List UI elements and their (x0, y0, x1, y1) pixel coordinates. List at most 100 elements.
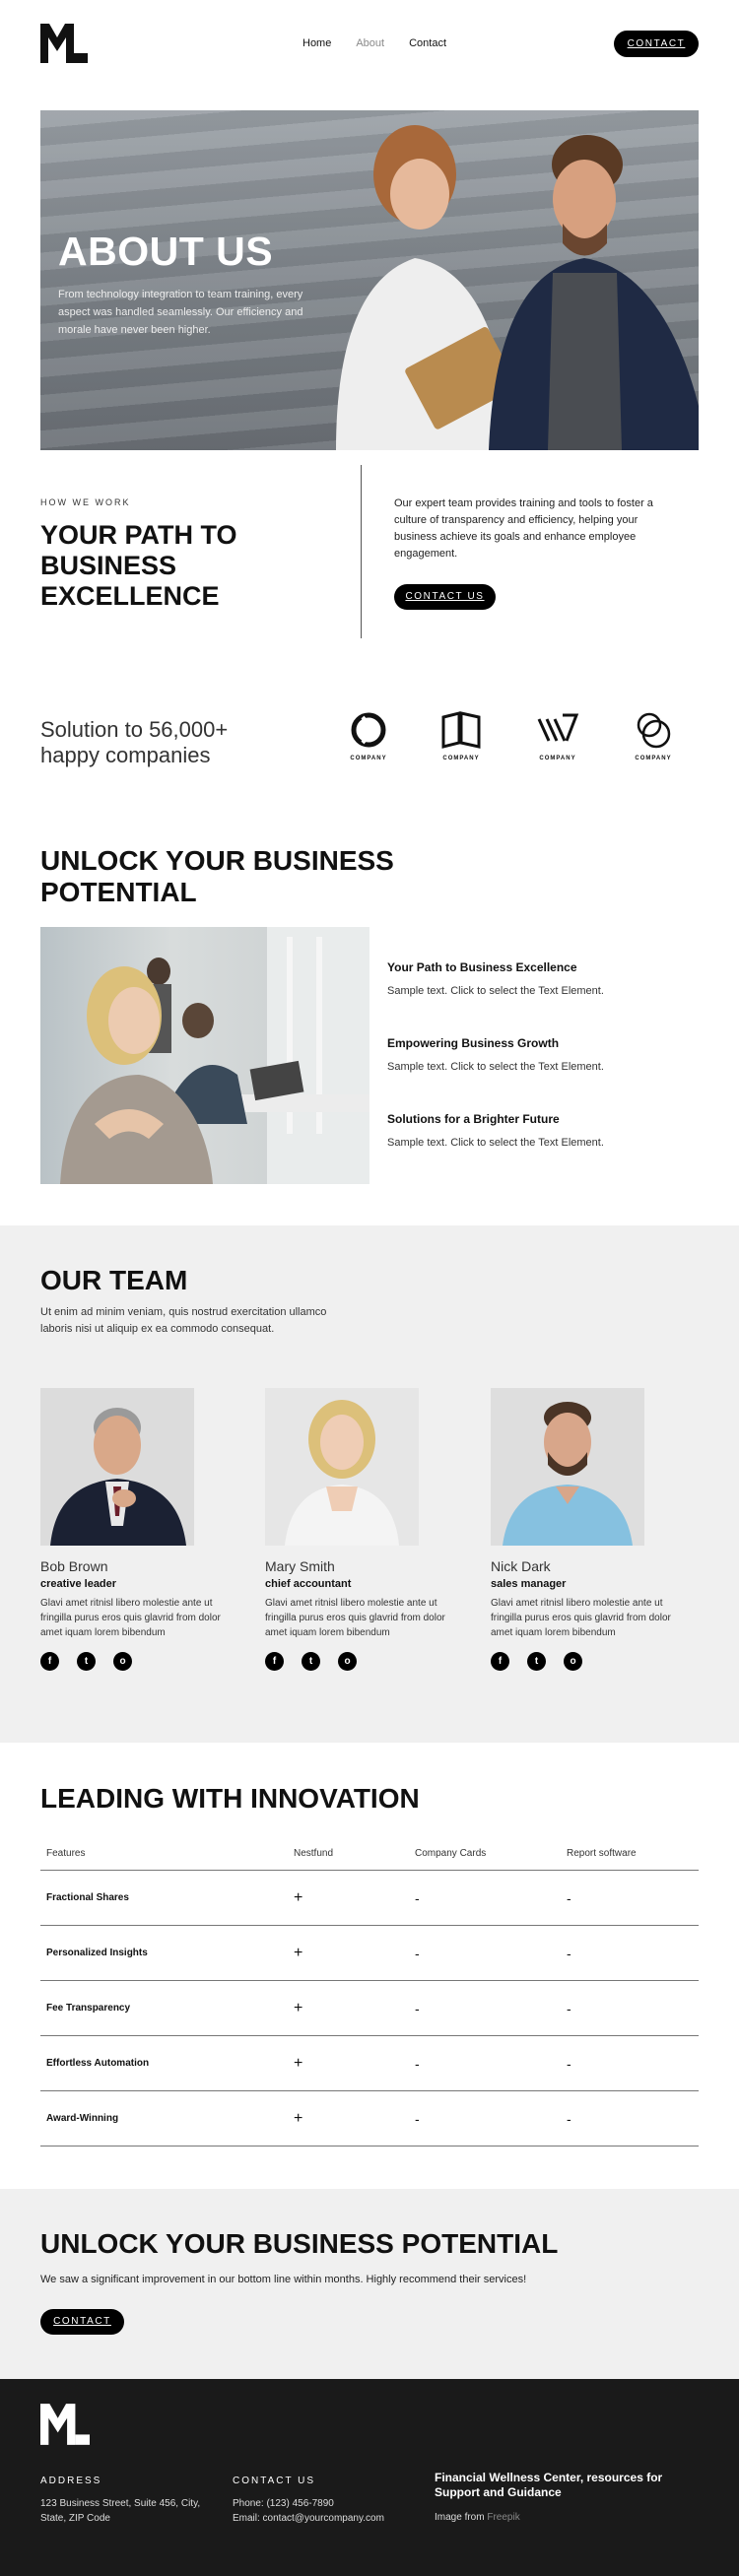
how-contact-button[interactable]: CONTACT US (394, 584, 496, 610)
twitter-icon[interactable]: t (527, 1652, 546, 1671)
how-label: HOW WE WORK (40, 497, 131, 507)
team-member-card: Bob Brown creative leader Glavi amet rit… (40, 1388, 247, 1671)
feature-text: Sample text. Click to select the Text El… (387, 1061, 604, 1073)
instagram-icon[interactable]: o (338, 1652, 357, 1671)
member-bio: Glavi amet ritnisl libero molestie ante … (491, 1598, 671, 1638)
member-photo (265, 1388, 419, 1546)
page: Home About Contact CONTACT ABOUT US From… (0, 0, 739, 2576)
facebook-icon[interactable]: f (40, 1652, 59, 1671)
table-cell: - (567, 1945, 571, 1961)
twitter-icon[interactable]: t (77, 1652, 96, 1671)
table-cell: - (415, 2110, 420, 2127)
office-image (40, 927, 370, 1184)
table-cell: Fee Transparency (46, 2003, 131, 2014)
member-socials: f t o (40, 1652, 247, 1671)
hero-people-illustration (336, 125, 699, 450)
feature-item: Solutions for a Brighter Future Sample t… (387, 1112, 703, 1149)
feature-item: Your Path to Business Excellence Sample … (387, 960, 703, 997)
team-member-card: Mary Smith chief accountant Glavi amet r… (265, 1388, 472, 1671)
member-socials: f t o (265, 1652, 472, 1671)
footer-phone: Phone: (123) 456-7890 (233, 2498, 334, 2509)
member-socials: f t o (491, 1652, 698, 1671)
team-section: OUR TEAM Ut enim ad minim veniam, quis n… (0, 1225, 739, 1743)
footer-address-text: 123 Business Street, Suite 456, City, St… (40, 2498, 201, 2524)
team-title: OUR TEAM (40, 1265, 188, 1295)
table-header: Features Nestfund Company Cards Report s… (40, 1837, 699, 1871)
company-logo-1: COMPANY (339, 711, 398, 770)
company-logo-label: COMPANY (539, 756, 576, 761)
table-cell: - (567, 1889, 571, 1906)
team-subtitle: Ut enim ad minim veniam, quis nostrud ex… (40, 1306, 327, 1335)
company-logo-4: COMPANY (624, 711, 683, 770)
table-cell: + (294, 1888, 303, 1906)
freepik-link[interactable]: Freepik (487, 2512, 519, 2523)
feature-item: Empowering Business Growth Sample text. … (387, 1036, 703, 1073)
table-row: Personalized Insights + - - (40, 1926, 699, 1981)
cta-section: UNLOCK YOUR BUSINESS POTENTIAL We saw a … (0, 2189, 739, 2379)
facebook-icon[interactable]: f (265, 1652, 284, 1671)
unlock-title: UNLOCK YOUR BUSINESS POTENTIAL (40, 845, 394, 907)
header-contact-button[interactable]: CONTACT (614, 31, 699, 57)
footer-about: Financial Wellness Center, resources for… (435, 2471, 681, 2523)
companies-text: Solution to 56,000+ happy companies (40, 717, 229, 767)
how-text: Our expert team provides training and to… (394, 497, 653, 560)
member-role: chief accountant (265, 1578, 352, 1590)
site-header: Home About Contact CONTACT (0, 0, 739, 89)
table-cell: + (294, 1944, 303, 1961)
table-cell: - (567, 2055, 571, 2072)
main-nav: Home About Contact (302, 37, 446, 49)
hero-image: ABOUT US From technology integration to … (40, 110, 699, 450)
footer-contact-heading: CONTACT US (233, 2476, 316, 2486)
table-cell: - (567, 2110, 571, 2127)
company-logo-3: COMPANY (528, 711, 587, 770)
feature-title: Empowering Business Growth (387, 1036, 560, 1050)
cta-text: We saw a significant improvement in our … (40, 2274, 527, 2285)
nav-contact[interactable]: Contact (409, 37, 446, 49)
comparison-table: Features Nestfund Company Cards Report s… (40, 1837, 699, 2147)
table-cell: Effortless Automation (46, 2058, 150, 2069)
footer-address-heading: ADDRESS (40, 2476, 102, 2486)
column-header: Nestfund (294, 1848, 334, 1859)
innovation-title: LEADING WITH INNOVATION (40, 1783, 420, 1814)
footer-credit-prefix: Image from (435, 2512, 485, 2523)
table-cell: - (415, 2000, 420, 2016)
company-logo-2: COMPANY (432, 711, 491, 770)
member-photo (491, 1388, 644, 1546)
footer-logo[interactable] (40, 2403, 90, 2446)
cta-contact-button[interactable]: CONTACT (40, 2309, 124, 2335)
table-row: Fee Transparency + - - (40, 1981, 699, 2036)
how-title: YOUR PATH TO BUSINESS EXCELLENCE (40, 520, 237, 611)
table-row: Award-Winning + - - (40, 2091, 699, 2147)
office-illustration (60, 927, 370, 1184)
footer-address: ADDRESS 123 Business Street, Suite 456, … (40, 2476, 228, 2526)
site-footer: ADDRESS 123 Business Street, Suite 456, … (0, 2379, 739, 2576)
brand-logo[interactable] (40, 24, 88, 63)
section-divider (361, 465, 362, 638)
cta-title: UNLOCK YOUR BUSINESS POTENTIAL (40, 2228, 559, 2259)
table-cell: + (294, 2054, 303, 2072)
instagram-icon[interactable]: o (564, 1652, 582, 1671)
table-cell: + (294, 2109, 303, 2127)
nav-home[interactable]: Home (302, 37, 331, 49)
footer-contact-text: Phone: (123) 456-7890 Email: contact@you… (233, 2496, 420, 2526)
table-cell: - (415, 1889, 420, 1906)
feature-title: Solutions for a Brighter Future (387, 1112, 560, 1126)
column-header: Features (46, 1848, 86, 1859)
feature-text: Sample text. Click to select the Text El… (387, 1137, 604, 1149)
nav-about[interactable]: About (356, 37, 384, 49)
member-role: creative leader (40, 1578, 117, 1590)
column-header: Report software (567, 1848, 637, 1859)
table-cell: - (415, 1945, 420, 1961)
instagram-icon[interactable]: o (113, 1652, 132, 1671)
member-name: Mary Smith (265, 1558, 335, 1574)
twitter-icon[interactable]: t (302, 1652, 320, 1671)
hero-text: From technology integration to team trai… (58, 289, 303, 336)
member-role: sales manager (491, 1578, 567, 1590)
table-cell: - (415, 2055, 420, 2072)
facebook-icon[interactable]: f (491, 1652, 509, 1671)
footer-tagline: Financial Wellness Center, resources for… (435, 2471, 663, 2499)
company-logo-label: COMPANY (635, 756, 672, 761)
footer-email[interactable]: Email: contact@yourcompany.com (233, 2511, 420, 2526)
feature-title: Your Path to Business Excellence (387, 960, 577, 974)
table-row: Fractional Shares + - - (40, 1871, 699, 1926)
